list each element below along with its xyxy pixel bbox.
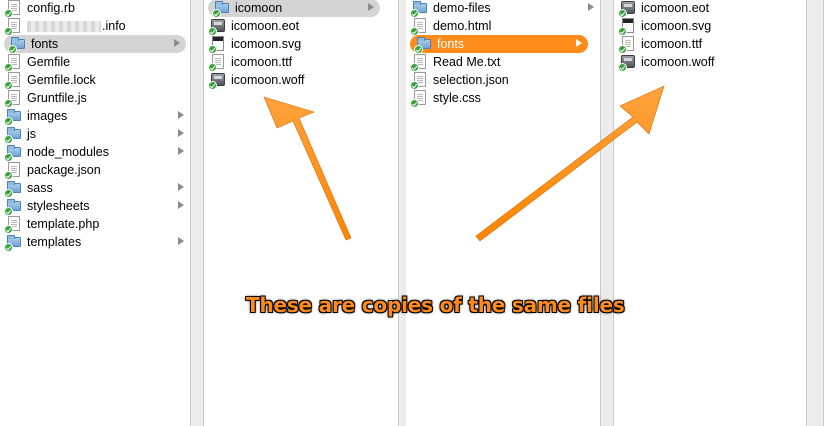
- annotation-caption: These are copies of the same files: [246, 293, 625, 317]
- annotation-arrows: [263, 85, 665, 242]
- right-arrow: [475, 85, 665, 242]
- left-arrow: [263, 96, 352, 241]
